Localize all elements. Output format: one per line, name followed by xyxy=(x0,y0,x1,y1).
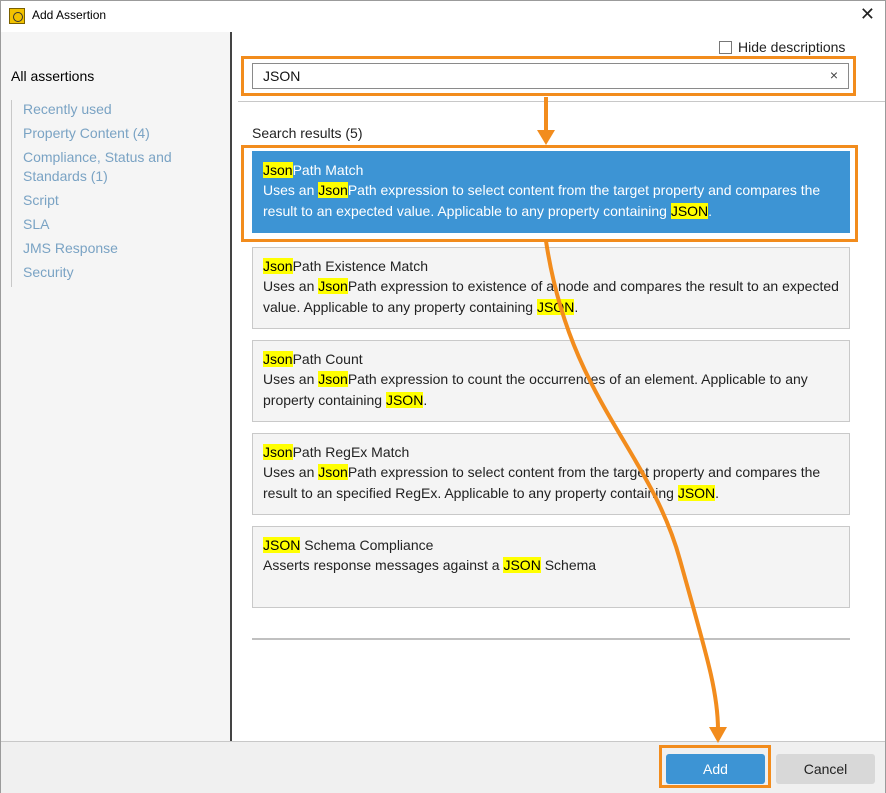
cancel-button[interactable]: Cancel xyxy=(776,754,875,784)
result-name: JsonPath Existence Match xyxy=(263,256,839,276)
search-match-highlight: JSON xyxy=(677,485,716,501)
result-card-jsonpath-count[interactable]: JsonPath Count Uses an JsonPath expressi… xyxy=(252,340,850,422)
sidebar-item-jms-response[interactable]: JMS Response xyxy=(23,239,233,258)
search-results-title: Search results (5) xyxy=(252,125,363,141)
divider xyxy=(238,101,885,102)
text-segment: Uses an xyxy=(263,278,319,294)
search-highlight-frame xyxy=(241,56,856,96)
result-description: Asserts response messages against a JSON… xyxy=(263,555,839,576)
result-card-json-schema-compliance[interactable]: JSON Schema Compliance Asserts response … xyxy=(252,526,850,608)
title-bar: Add Assertion ✕ xyxy=(1,1,885,31)
add-assertion-dialog: Add Assertion ✕ All assertions Recently … xyxy=(0,0,886,793)
sidebar-item-property-content[interactable]: Property Content (4) xyxy=(23,124,233,143)
search-match-highlight: Json xyxy=(318,371,348,387)
add-button-highlight-frame xyxy=(659,745,771,788)
text-segment: . xyxy=(715,485,720,501)
sidebar-heading[interactable]: All assertions xyxy=(11,68,94,84)
result-card-jsonpath-regex-match[interactable]: JsonPath RegEx Match Uses an JsonPath ex… xyxy=(252,433,850,515)
results-bottom-divider xyxy=(252,638,850,640)
result-description: Uses an JsonPath expression to select co… xyxy=(263,462,839,504)
result-description: Uses an JsonPath expression to existence… xyxy=(263,276,839,318)
selected-result-highlight-frame xyxy=(241,145,858,242)
text-segment: Uses an xyxy=(263,464,319,480)
sidebar-item-compliance[interactable]: Compliance, Status and Standards (1) xyxy=(23,148,233,186)
hide-descriptions-option[interactable]: Hide descriptions xyxy=(719,39,845,55)
sidebar: All assertions Recently used Property Co… xyxy=(1,32,232,741)
search-match-highlight: JSON xyxy=(263,537,301,553)
sidebar-list: Recently used Property Content (4) Compl… xyxy=(11,100,233,287)
text-segment: Path Existence Match xyxy=(292,258,428,274)
text-segment: Schema Compliance xyxy=(300,537,434,553)
text-segment: Path RegEx Match xyxy=(292,444,410,460)
hide-descriptions-checkbox[interactable] xyxy=(719,40,732,54)
sidebar-item-security[interactable]: Security xyxy=(23,263,233,282)
sidebar-item-recently-used[interactable]: Recently used xyxy=(23,100,233,119)
search-match-highlight: Json xyxy=(263,351,293,367)
text-segment: Schema xyxy=(540,557,597,573)
search-match-highlight: Json xyxy=(263,444,293,460)
search-match-highlight: JSON xyxy=(536,299,575,315)
result-description: Uses an JsonPath expression to count the… xyxy=(263,369,839,411)
result-name: JsonPath RegEx Match xyxy=(263,442,839,462)
window-title: Add Assertion xyxy=(32,8,107,22)
close-icon[interactable]: ✕ xyxy=(860,4,875,24)
sidebar-item-sla[interactable]: SLA xyxy=(23,215,233,234)
search-match-highlight: JSON xyxy=(503,557,541,573)
search-match-highlight: Json xyxy=(318,278,348,294)
search-match-highlight: Json xyxy=(318,464,348,480)
text-segment: . xyxy=(574,299,579,315)
result-name: JSON Schema Compliance xyxy=(263,535,839,555)
sidebar-item-script[interactable]: Script xyxy=(23,191,233,210)
text-segment: Asserts response messages against a xyxy=(263,557,504,573)
app-icon xyxy=(9,8,25,24)
search-match-highlight: JSON xyxy=(385,392,424,408)
text-segment: Path Count xyxy=(292,351,363,367)
search-match-highlight: Json xyxy=(263,258,293,274)
text-segment: . xyxy=(423,392,428,408)
result-name: JsonPath Count xyxy=(263,349,839,369)
text-segment: Uses an xyxy=(263,371,319,387)
result-card-jsonpath-existence-match[interactable]: JsonPath Existence Match Uses an JsonPat… xyxy=(252,247,850,329)
hide-descriptions-label: Hide descriptions xyxy=(738,39,846,55)
